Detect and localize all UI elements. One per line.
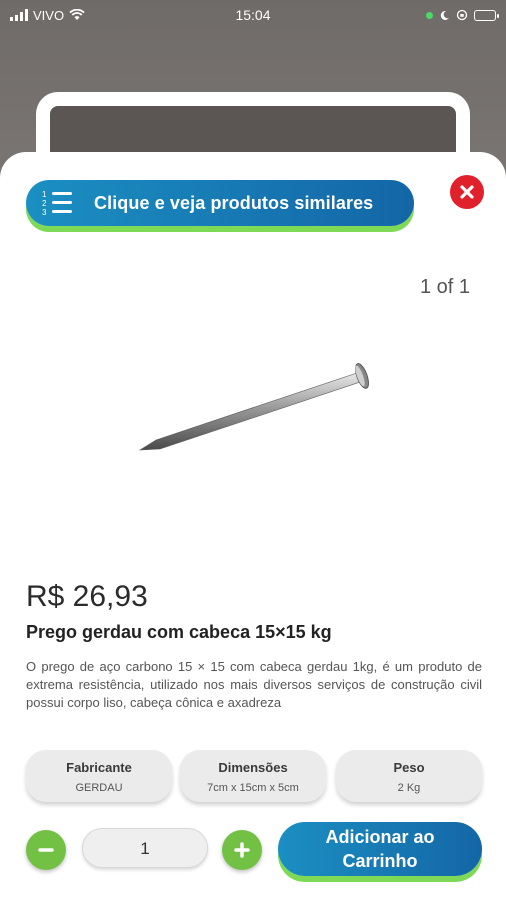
camera-in-use-indicator [426, 11, 433, 19]
spec-value: 7cm x 15cm x 5cm [207, 782, 299, 794]
decrease-quantity-button[interactable] [26, 830, 66, 870]
wifi-icon [69, 9, 85, 20]
product-description: O prego de aço carbono 15 × 15 com cabec… [26, 659, 482, 710]
similar-products-label: Clique e veja produtos similares [94, 192, 374, 213]
numbered-list-icon: 1 2 3 [42, 189, 72, 217]
spec-label: Fabricante [66, 760, 132, 775]
spec-dimensions: Dimensões 7cm x 15cm x 5cm [180, 750, 326, 802]
similar-products-button[interactable]: 1 2 3 Clique e veja produtos similares [26, 180, 414, 226]
battery-icon [474, 9, 499, 21]
increase-quantity-button[interactable] [222, 830, 262, 870]
product-price: R$ 26,93 [26, 580, 148, 613]
image-pager: 1 of 1 [420, 276, 471, 298]
spec-manufacturer: Fabricante GERDAU [26, 750, 172, 802]
minus-icon [38, 848, 54, 852]
close-icon [460, 185, 474, 199]
clock: 15:04 [235, 7, 271, 23]
carrier-name: VIVO [33, 7, 65, 23]
add-to-cart-label-line1: Adicionar ao [325, 827, 435, 847]
product-image[interactable] [104, 270, 398, 560]
plus-icon [234, 842, 250, 858]
close-button[interactable] [450, 175, 484, 209]
status-bar: VIVO 15:04 [0, 0, 506, 30]
product-title: Prego gerdau com cabeca 15×15 kg [26, 622, 332, 642]
add-to-cart-button[interactable]: Adicionar ao Carrinho [278, 822, 482, 876]
orientation-lock-icon [456, 9, 468, 21]
product-sheet: 1 2 3 Clique e veja produtos similares 1… [0, 152, 506, 900]
spec-label: Peso [393, 760, 425, 775]
spec-weight: Peso 2 Kg [336, 750, 482, 802]
spec-label: Dimensões [218, 760, 288, 775]
quantity-input[interactable]: 1 [82, 828, 208, 868]
nail-image [138, 363, 369, 451]
moon-icon [440, 10, 449, 20]
add-to-cart-label-line2: Carrinho [342, 851, 418, 871]
signal-icon [10, 9, 28, 21]
spec-value: 2 Kg [397, 782, 421, 794]
spec-value: GERDAU [75, 782, 123, 794]
